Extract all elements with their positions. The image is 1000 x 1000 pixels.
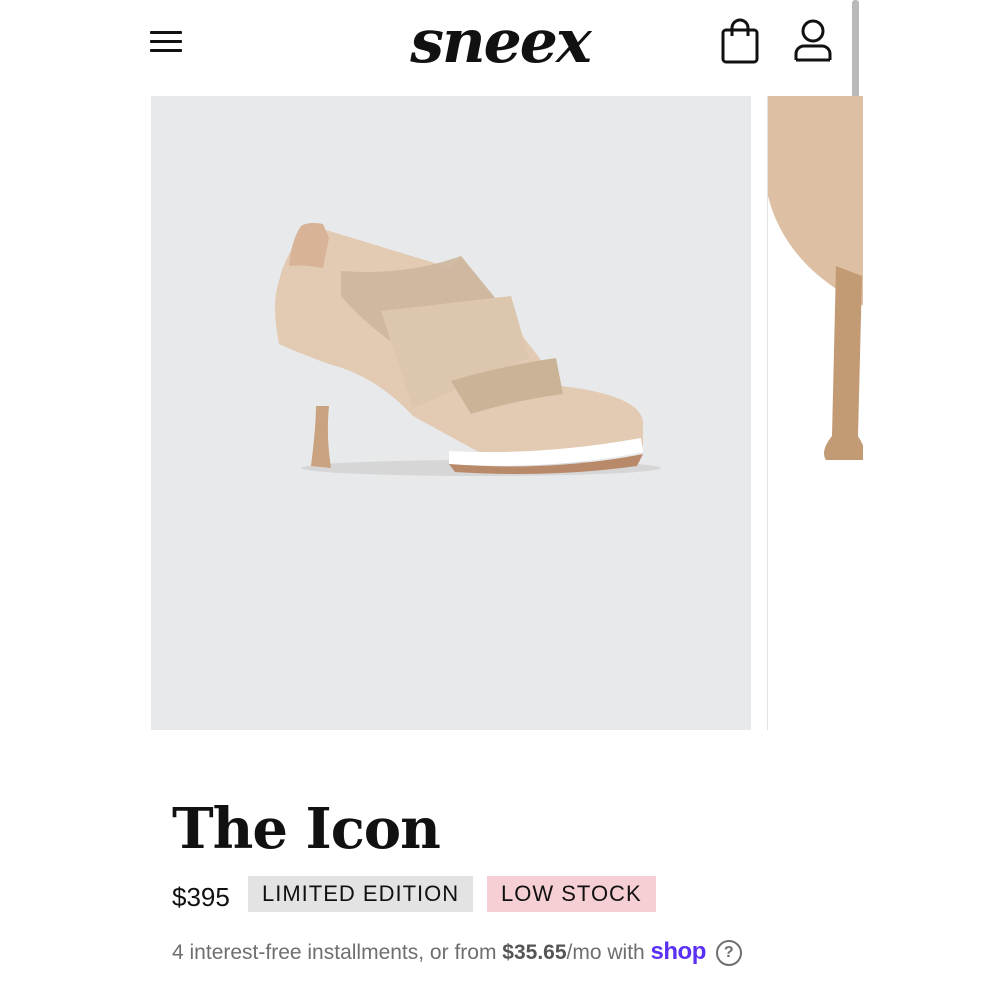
heel-closeup-illustration [768,96,863,460]
low-stock-badge: LOW STOCK [487,876,656,912]
brand-logo[interactable]: sneex [390,2,610,82]
heeled-sneaker-illustration [275,222,661,476]
hamburger-menu-icon[interactable] [148,26,186,58]
product-price: $395 [172,882,230,912]
limited-edition-badge: LIMITED EDITION [248,876,474,912]
page-scrollbar[interactable] [852,0,859,100]
installments-suffix: /mo with [566,941,651,964]
user-account-icon[interactable] [790,16,836,66]
installments-prefix: 4 interest-free installments, or from [172,941,503,964]
site-header: sneex [0,0,1000,92]
product-image-next[interactable] [767,96,863,730]
product-image-main[interactable] [151,96,751,730]
product-image-gallery[interactable] [151,96,863,730]
shop-pay-logo[interactable]: shop [651,938,707,965]
installments-info: 4 interest-free installments, or from $3… [172,938,742,968]
product-title: The Icon [172,796,441,862]
help-icon[interactable]: ? [715,940,742,967]
installment-amount: $35.65 [502,941,567,964]
shopping-bag-icon[interactable] [718,18,762,66]
